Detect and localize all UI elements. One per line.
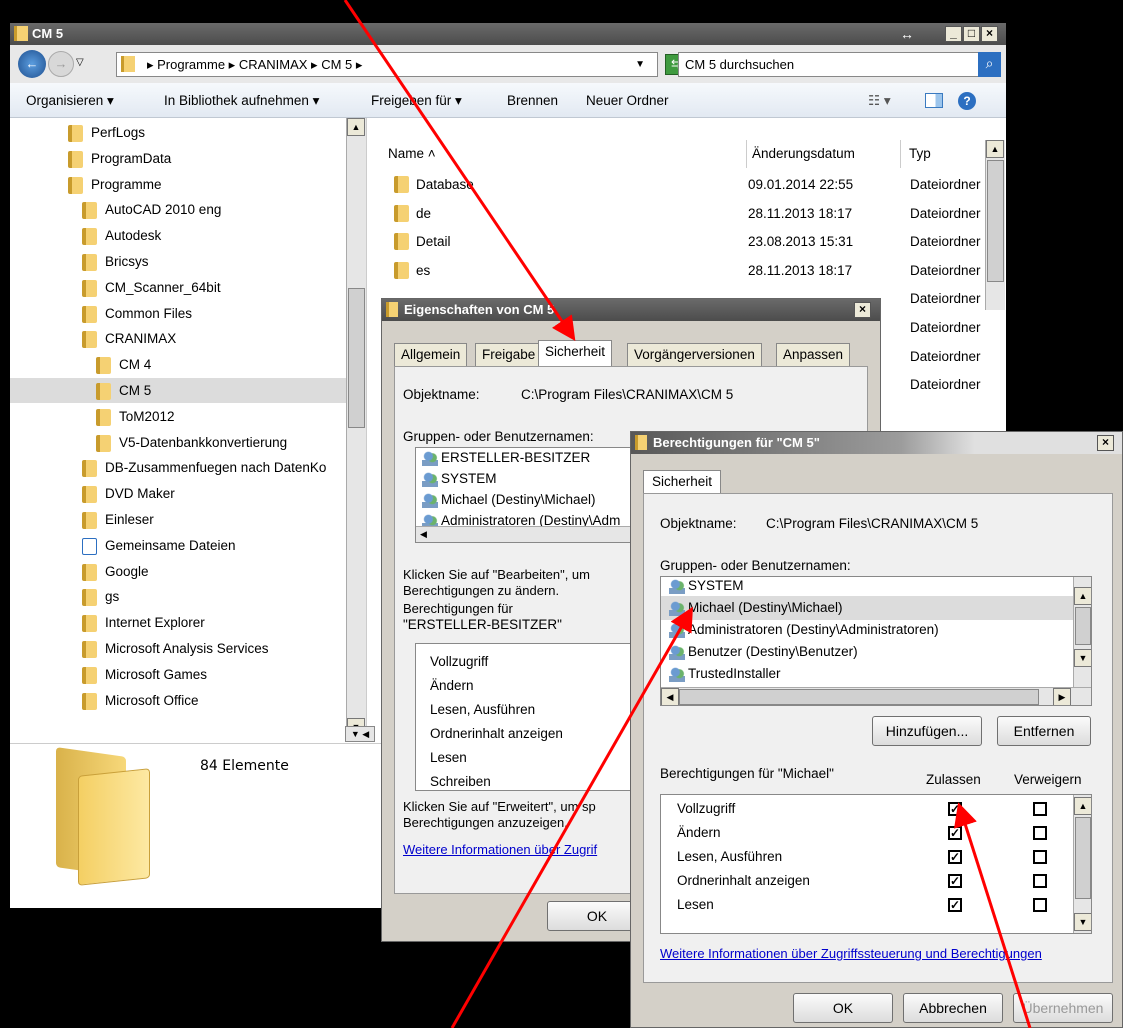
annotation-arrows bbox=[343, 0, 1032, 1028]
arrow-to-full-control bbox=[954, 802, 1032, 1028]
arrow-to-security-tab bbox=[343, 0, 576, 341]
arrow-to-michael bbox=[450, 606, 693, 1028]
